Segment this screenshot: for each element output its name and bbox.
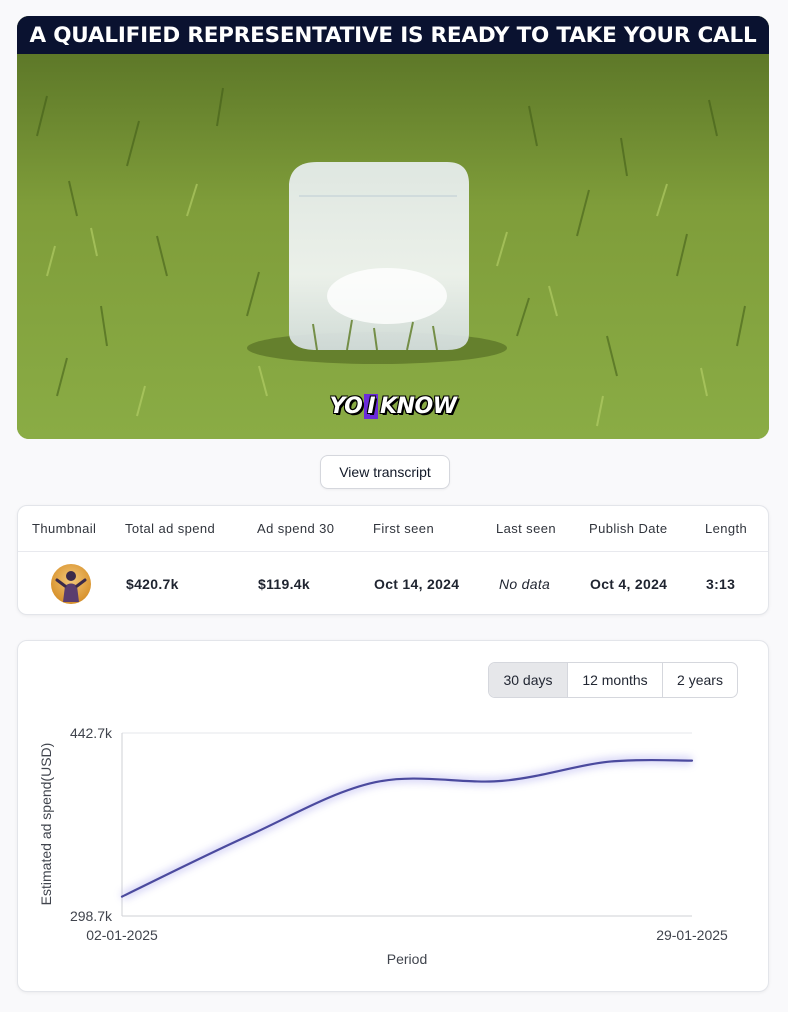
person-silhouette-icon	[55, 571, 87, 602]
ad-thumbnail-avatar[interactable]	[51, 564, 91, 604]
header-thumbnail: Thumbnail	[32, 521, 97, 536]
first-seen-value: Oct 14, 2024	[374, 576, 460, 592]
last-seen-value: No data	[499, 576, 551, 592]
publish-date-value: Oct 4, 2024	[590, 576, 668, 592]
caption-text-before: YO	[329, 394, 363, 419]
video-player[interactable]: A QUALIFIED REPRESENTATIVE IS READY TO T…	[17, 16, 769, 439]
thumbnail-cell[interactable]	[51, 552, 91, 616]
ad-spend-30-value: $119.4k	[258, 576, 310, 592]
video-banner-text: A QUALIFIED REPRESENTATIVE IS READY TO T…	[29, 22, 757, 48]
length-value: 3:13	[706, 576, 736, 592]
total-ad-spend-value: $420.7k	[126, 576, 179, 592]
y-tick-label-min: 298.7k	[70, 908, 113, 924]
caption-text-after: KNOW	[380, 394, 457, 419]
table-header-row: Thumbnail Total ad spend Ad spend 30 Fir…	[18, 506, 768, 552]
y-tick-label-max: 442.7k	[70, 725, 113, 741]
header-length: Length	[705, 521, 748, 536]
table-row[interactable]: $420.7k $119.4k Oct 14, 2024 No data Oct…	[18, 552, 768, 616]
x-tick-label-start: 02-01-2025	[86, 927, 158, 943]
x-tick-label-end: 29-01-2025	[656, 927, 728, 943]
ad-spend-chart-card: 30 days 12 months 2 years 442.7k 298.7k …	[17, 640, 769, 992]
header-total-ad-spend: Total ad spend	[125, 521, 216, 536]
video-banner: A QUALIFIED REPRESENTATIVE IS READY TO T…	[17, 16, 769, 54]
ad-spend-line-chart: 442.7k 298.7k 02-01-2025 29-01-2025 Peri…	[38, 725, 728, 967]
video-caption: YO I KNOW	[17, 394, 769, 419]
view-transcript-button[interactable]: View transcript	[320, 455, 450, 489]
y-axis-label: Estimated ad spend(USD)	[38, 743, 54, 906]
header-first-seen: First seen	[373, 521, 435, 536]
caption-highlight: I	[364, 394, 379, 419]
series-line-glow	[120, 756, 693, 901]
ad-stats-table: Thumbnail Total ad spend Ad spend 30 Fir…	[17, 505, 769, 615]
header-ad-spend-30: Ad spend 30	[257, 521, 335, 536]
x-axis-label: Period	[387, 951, 427, 967]
header-last-seen: Last seen	[496, 521, 556, 536]
video-frame-image	[17, 16, 769, 439]
header-publish-date: Publish Date	[589, 521, 668, 536]
